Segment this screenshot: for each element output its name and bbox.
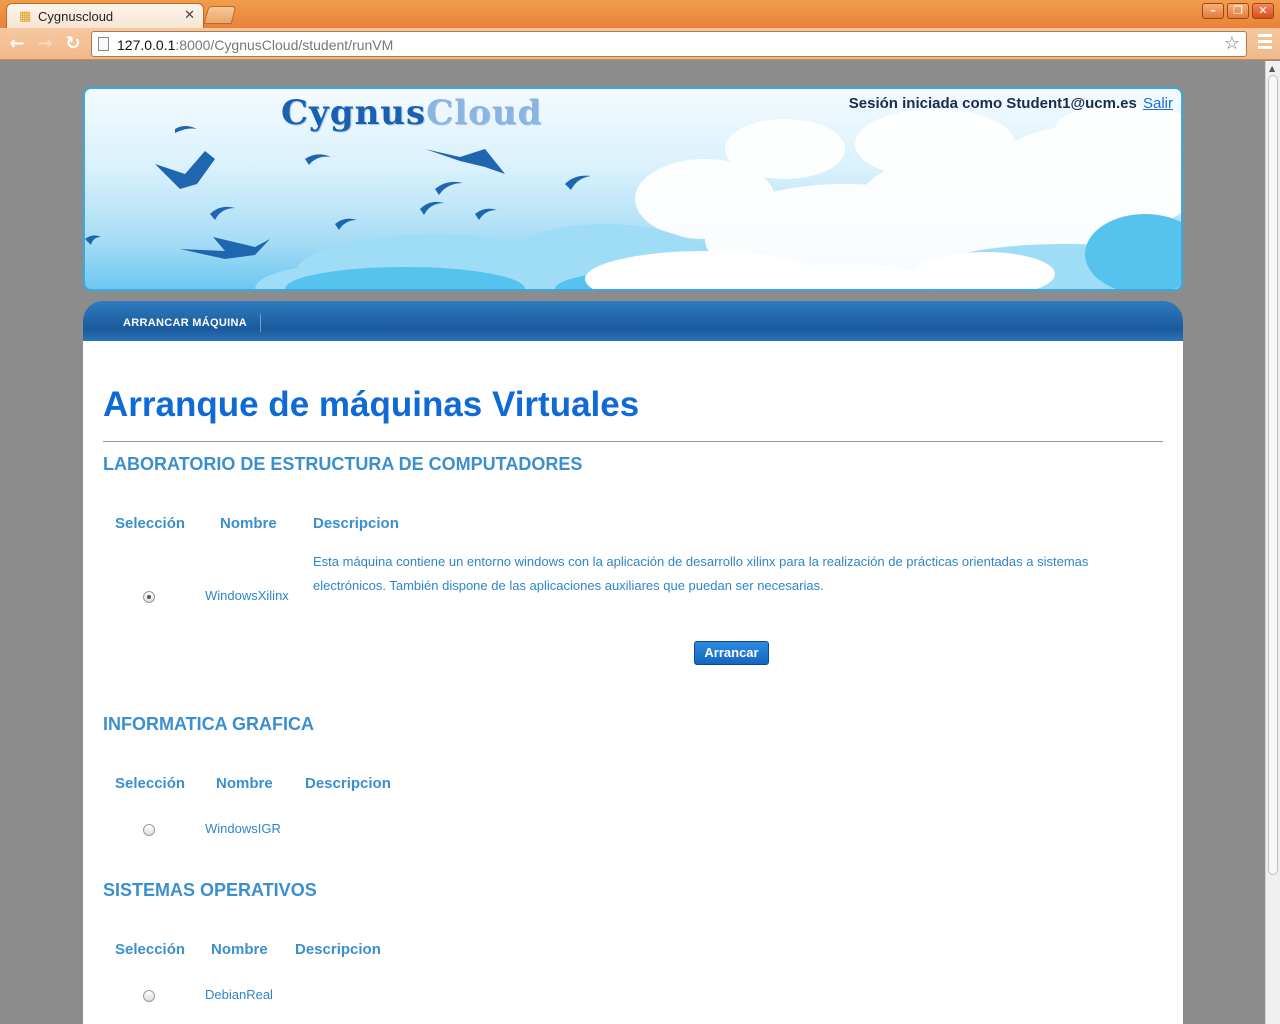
back-icon[interactable]: ← — [6, 33, 28, 55]
main-content: Arranque de máquinas Virtuales LABORATOR… — [83, 341, 1183, 1024]
vm-select-radio[interactable] — [143, 591, 155, 603]
column-header-selection: Selección — [115, 775, 186, 792]
logo-main-text: Cygnus — [281, 93, 427, 133]
session-info: Sesión iniciada como Student1@ucm.es Sal… — [849, 95, 1173, 112]
tab-title: Cygnuscloud — [38, 9, 114, 24]
vm-name: DebianReal — [205, 987, 273, 1002]
nav-item-start-machine[interactable]: ARRANCAR MÁQUINA — [123, 317, 247, 329]
reload-icon[interactable]: ↻ — [62, 33, 84, 55]
vm-name: WindowsXilinx — [205, 588, 289, 603]
scroll-up-icon[interactable]: ▲ — [1269, 64, 1275, 73]
column-header-selection: Selección — [115, 515, 186, 532]
column-header-name: Nombre — [211, 941, 268, 958]
page-icon — [98, 37, 109, 51]
page-scrollbar[interactable]: ▲ — [1265, 61, 1280, 1024]
column-header-name: Nombre — [220, 515, 277, 532]
forward-icon[interactable]: → — [34, 33, 56, 55]
menu-icon[interactable] — [1258, 34, 1272, 52]
window-controls: – ❐ ✕ — [1202, 3, 1274, 19]
bookmark-star-icon[interactable]: ☆ — [1224, 33, 1240, 54]
session-text: Sesión iniciada como Student1@ucm.es — [848, 95, 1137, 112]
browser-tab-bar: ▦ Cygnuscloud ✕ – ❐ ✕ — [0, 0, 1280, 29]
maximize-button[interactable]: ❐ — [1227, 3, 1249, 19]
cygnuscloud-logo: CygnusCloud — [281, 93, 542, 133]
new-tab-button[interactable] — [203, 6, 237, 24]
close-window-button[interactable]: ✕ — [1252, 3, 1274, 19]
vm-select-radio[interactable] — [143, 824, 155, 836]
section-title: SISTEMAS OPERATIVOS — [103, 880, 317, 900]
favicon-icon: ▦ — [19, 9, 32, 24]
vm-description: Esta máquina contiene un entorno windows… — [313, 554, 1089, 593]
header-banner: CygnusCloud Sesión iniciada como Student… — [83, 87, 1183, 291]
url-host: 127.0.0.1 — [117, 37, 176, 53]
page-viewport: CygnusCloud Sesión iniciada como Student… — [0, 61, 1265, 1024]
section-title: INFORMATICA GRAFICA — [103, 714, 314, 734]
column-header-name: Nombre — [216, 775, 273, 792]
tab-close-icon[interactable]: ✕ — [184, 8, 195, 23]
vm-select-radio[interactable] — [143, 990, 155, 1002]
title-divider — [103, 441, 1163, 442]
address-bar[interactable]: 127.0.0.1:8000/CygnusCloud/student/runVM… — [91, 31, 1247, 57]
url-text: 127.0.0.1:8000/CygnusCloud/student/runVM — [117, 37, 393, 53]
browser-toolbar: ← → ↻ 127.0.0.1:8000/CygnusCloud/student… — [0, 28, 1280, 60]
browser-tab[interactable]: ▦ Cygnuscloud ✕ — [6, 3, 204, 29]
scrollbar-thumb[interactable] — [1268, 75, 1278, 875]
column-header-description: Descripcion — [305, 775, 391, 792]
url-path: :8000/CygnusCloud/student/runVM — [175, 37, 394, 53]
column-header-description: Descripcion — [313, 515, 399, 532]
section-title: LABORATORIO DE ESTRUCTURA DE COMPUTADORE… — [103, 454, 583, 474]
column-header-description: Descripcion — [295, 941, 381, 958]
minimize-button[interactable]: – — [1202, 3, 1224, 19]
main-navbar: ARRANCAR MÁQUINA — [83, 301, 1183, 341]
logo-cloud-text: Cloud — [426, 93, 543, 133]
logout-link[interactable]: Salir — [1143, 95, 1173, 112]
vm-name: WindowsIGR — [205, 821, 281, 836]
birds-clouds-illustration — [85, 104, 1181, 289]
start-vm-button[interactable]: Arrancar — [694, 641, 769, 665]
page-title: Arranque de máquinas Virtuales — [103, 385, 640, 424]
column-header-selection: Selección — [115, 941, 186, 958]
nav-separator — [260, 314, 261, 332]
